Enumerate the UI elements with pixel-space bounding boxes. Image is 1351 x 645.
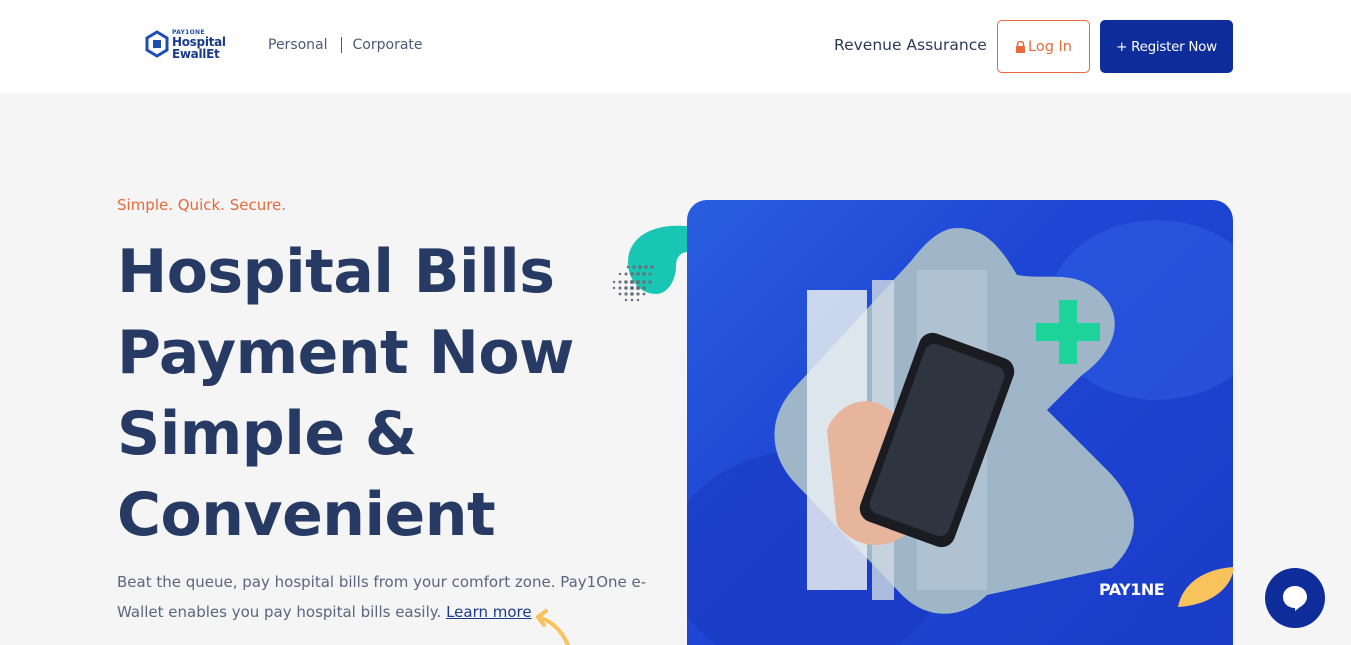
lock-icon	[1016, 40, 1025, 53]
hospital-ewallet-logo[interactable]: PAY1ONE Hospital EwallEt	[145, 30, 226, 60]
hero-illustration	[687, 220, 1233, 645]
curved-arrow-decoration	[536, 609, 570, 645]
logo-line2: EwallEt	[172, 47, 220, 61]
login-label: Log In	[1028, 38, 1072, 55]
teal-blob-decoration	[612, 225, 688, 302]
nav-revenue-assurance[interactable]: Revenue Assurance	[834, 36, 987, 54]
hexagon-logo-icon	[145, 30, 169, 58]
payone-badge-logo: PAY1NE	[1099, 580, 1165, 599]
hero-title-line: Payment Now	[117, 318, 574, 388]
hero-title-line: Hospital Bills	[117, 237, 555, 307]
chat-widget-button[interactable]	[1265, 568, 1325, 628]
hero-title: Hospital Bills Payment Now Simple & Conv…	[117, 232, 637, 556]
chat-bubble-icon	[1283, 586, 1307, 611]
hero-title-line: Convenient	[117, 480, 496, 550]
nav-corporate[interactable]: Corporate	[353, 37, 423, 53]
yellow-leaf-decoration	[1178, 567, 1234, 607]
nav-divider	[340, 37, 342, 53]
learn-more-link[interactable]: Learn more	[446, 603, 532, 621]
audience-nav: Personal Corporate	[268, 37, 423, 53]
hero-tagline: Simple. Quick. Secure.	[117, 196, 287, 214]
register-now-button[interactable]: + Register Now	[1100, 20, 1233, 73]
hero-title-line: Simple &	[117, 399, 417, 469]
login-button[interactable]: Log In	[997, 20, 1090, 73]
hero-image	[687, 200, 1233, 645]
site-header: PAY1ONE Hospital EwallEt Personal Corpor…	[0, 0, 1351, 93]
nav-personal[interactable]: Personal	[268, 37, 328, 53]
